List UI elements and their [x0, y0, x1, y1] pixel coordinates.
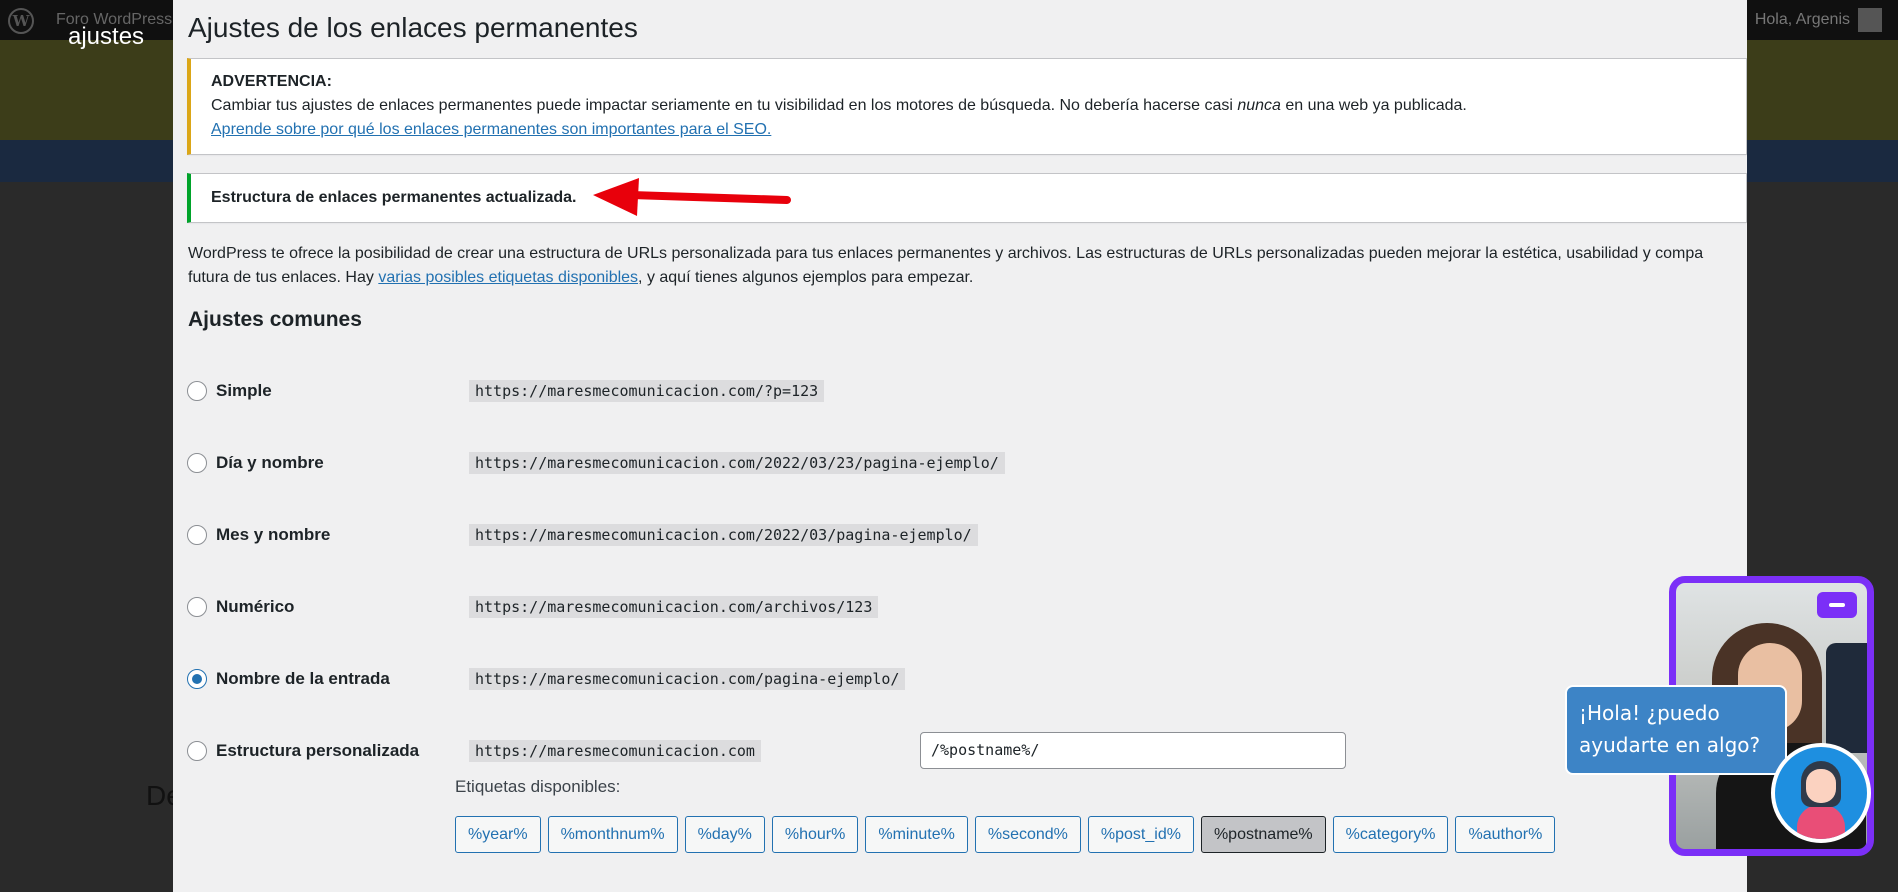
- gaming-chair: [1826, 643, 1867, 753]
- option-plain[interactable]: Simple https://maresmecomunicacion.com/?…: [187, 378, 1087, 408]
- option-day-name[interactable]: Día y nombre https://maresmecomunicacion…: [187, 450, 1087, 480]
- radio-post-name[interactable]: [187, 669, 207, 689]
- option-label[interactable]: Estructura personalizada: [216, 741, 419, 761]
- option-post-name[interactable]: Nombre de la entrada https://maresmecomu…: [187, 666, 1087, 696]
- tag-button-category[interactable]: %category%: [1332, 816, 1449, 853]
- red-arrow-annotation: [593, 178, 791, 216]
- option-label[interactable]: Mes y nombre: [216, 525, 330, 545]
- chat-agent-avatar-icon[interactable]: [1771, 743, 1871, 843]
- tag-button-day[interactable]: %day%: [684, 816, 765, 853]
- chat-greeting-bubble[interactable]: ¡Hola! ¿puedo ayudarte en algo?: [1565, 685, 1787, 775]
- tag-button-author[interactable]: %author%: [1455, 816, 1556, 853]
- radio-plain[interactable]: [187, 381, 207, 401]
- option-numeric[interactable]: Numérico https://maresmecomunicacion.com…: [187, 594, 1087, 624]
- tag-button-second[interactable]: %second%: [974, 816, 1081, 853]
- permalinks-settings-panel: Ajustes de los enlaces permanentes ADVER…: [173, 0, 1747, 892]
- tag-button-postname[interactable]: %postname%: [1200, 816, 1326, 853]
- radio-custom-structure[interactable]: [187, 741, 207, 761]
- warning-emphasis: nunca: [1237, 97, 1281, 114]
- warning-body: Cambiar tus ajustes de enlaces permanent…: [211, 97, 1467, 114]
- tag-button-year[interactable]: %year%: [455, 816, 541, 853]
- tag-button-minute[interactable]: %minute%: [865, 816, 968, 853]
- custom-structure-base: https://maresmecomunicacion.com: [469, 740, 761, 762]
- radio-day-name[interactable]: [187, 453, 207, 473]
- user-greeting[interactable]: Hola, Argenis: [1755, 11, 1850, 29]
- radio-numeric[interactable]: [187, 597, 207, 617]
- custom-structure-input[interactable]: /%postname%/: [920, 732, 1346, 769]
- wordpress-logo-icon[interactable]: W: [8, 8, 34, 34]
- tag-button-hour[interactable]: %hour%: [771, 816, 859, 853]
- video-caption: ajustes: [68, 23, 145, 50]
- warning-heading: ADVERTENCIA:: [211, 73, 332, 90]
- option-example: https://maresmecomunicacion.com/2022/03/…: [469, 452, 1005, 474]
- option-label[interactable]: Día y nombre: [216, 453, 324, 473]
- success-notice: Estructura de enlaces permanentes actual…: [187, 173, 1747, 223]
- option-example: https://maresmecomunicacion.com/pagina-e…: [469, 668, 906, 690]
- option-example: https://maresmecomunicacion.com/?p=123: [469, 380, 825, 402]
- intro-paragraph: WordPress te ofrece la posibilidad de cr…: [188, 245, 1704, 286]
- seo-permalinks-link[interactable]: Aprende sobre por qué los enlaces perman…: [211, 121, 771, 139]
- radio-month-name[interactable]: [187, 525, 207, 545]
- warning-notice: ADVERTENCIA: Cambiar tus ajustes de enla…: [187, 58, 1747, 155]
- option-example: https://maresmecomunicacion.com/archivos…: [469, 596, 879, 618]
- common-settings-heading: Ajustes comunes: [188, 308, 362, 331]
- minimize-icon[interactable]: [1817, 592, 1857, 618]
- option-label[interactable]: Nombre de la entrada: [216, 669, 390, 689]
- available-tags-link[interactable]: varias posibles etiquetas disponibles: [378, 269, 638, 286]
- available-tags-list: %year% %monthnum% %day% %hour% %minute% …: [455, 816, 1556, 853]
- available-tags-label: Etiquetas disponibles:: [455, 777, 621, 796]
- tag-button-monthnum[interactable]: %monthnum%: [547, 816, 678, 853]
- option-example: https://maresmecomunicacion.com/2022/03/…: [469, 524, 978, 546]
- page-title: Ajustes de los enlaces permanentes: [188, 12, 638, 43]
- option-label[interactable]: Simple: [216, 381, 272, 401]
- tag-button-post-id[interactable]: %post_id%: [1087, 816, 1194, 853]
- option-label[interactable]: Numérico: [216, 597, 294, 617]
- user-avatar[interactable]: [1858, 8, 1882, 32]
- option-month-name[interactable]: Mes y nombre https://maresmecomunicacion…: [187, 522, 1087, 552]
- success-message: Estructura de enlaces permanentes actual…: [211, 189, 577, 206]
